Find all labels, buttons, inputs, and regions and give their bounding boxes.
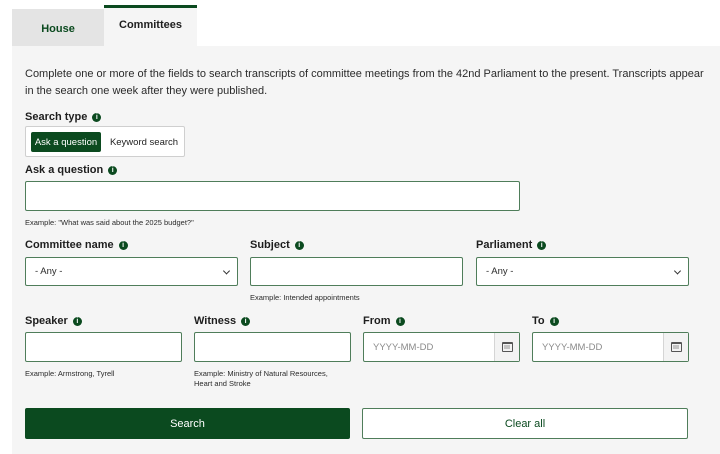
parliament-select[interactable]: - Any -	[476, 257, 689, 286]
subject-input[interactable]	[250, 257, 463, 286]
info-icon[interactable]: i	[241, 316, 251, 326]
from-calendar-button[interactable]	[494, 333, 519, 361]
witness-example-line-2: Heart and Stroke	[194, 379, 251, 388]
to-label-text: To	[532, 315, 545, 327]
speaker-label-text: Speaker	[25, 315, 68, 327]
parliament-label-text: Parliament	[476, 239, 533, 251]
info-icon[interactable]: i	[118, 240, 128, 250]
to-date-input[interactable]: YYYY-MM-DD	[532, 332, 689, 362]
committee-name-label: Committee name i	[25, 239, 128, 251]
witness-example: Example: Ministry of Natural Resources, …	[194, 369, 328, 389]
committee-name-select[interactable]: - Any -	[25, 257, 238, 286]
ask-question-example: Example: "What was said about the 2025 b…	[25, 218, 194, 227]
speaker-input[interactable]	[25, 332, 182, 362]
info-icon[interactable]: i	[92, 112, 102, 122]
info-icon[interactable]: i	[72, 316, 82, 326]
tab-house[interactable]: House	[12, 9, 104, 46]
calendar-icon	[501, 342, 513, 352]
to-date-placeholder: YYYY-MM-DD	[542, 341, 603, 353]
witness-input[interactable]	[194, 332, 351, 362]
ask-a-question-option[interactable]: Ask a question	[31, 132, 101, 152]
search-type-toggle: Ask a question Keyword search	[25, 126, 185, 157]
info-icon[interactable]: i	[537, 240, 547, 250]
info-icon[interactable]: i	[108, 165, 118, 175]
from-label: From i	[363, 315, 405, 327]
clear-all-button[interactable]: Clear all	[362, 408, 688, 439]
info-icon[interactable]: i	[395, 316, 405, 326]
parliament-label: Parliament i	[476, 239, 547, 251]
info-icon[interactable]: i	[549, 316, 559, 326]
parliament-selected: - Any -	[486, 266, 514, 277]
intro-text: Complete one or more of the fields to se…	[25, 68, 704, 97]
ask-question-label: Ask a question i	[25, 164, 118, 176]
committee-name-selected: - Any -	[35, 266, 63, 277]
from-date-input[interactable]: YYYY-MM-DD	[363, 332, 520, 362]
speaker-example: Example: Armstrong, Tyrell	[25, 369, 115, 378]
subject-example: Example: Intended appointments	[250, 293, 360, 302]
search-type-label-text: Search type	[25, 111, 88, 123]
chevron-down-icon	[673, 266, 682, 275]
subject-label-text: Subject	[250, 239, 290, 251]
to-calendar-button[interactable]	[663, 333, 688, 361]
speaker-label: Speaker i	[25, 315, 82, 327]
to-label: To i	[532, 315, 559, 327]
witness-label-text: Witness	[194, 315, 237, 327]
witness-label: Witness i	[194, 315, 251, 327]
calendar-icon	[670, 342, 682, 352]
ask-question-input[interactable]	[25, 181, 520, 211]
search-type-label: Search type i	[25, 111, 102, 123]
witness-example-line-1: Example: Ministry of Natural Resources,	[194, 369, 328, 378]
committee-name-label-text: Committee name	[25, 239, 114, 251]
subject-label: Subject i	[250, 239, 304, 251]
tab-committees[interactable]: Committees	[104, 5, 197, 46]
from-label-text: From	[363, 315, 391, 327]
keyword-search-option[interactable]: Keyword search	[107, 132, 181, 152]
tab-bar: House Committees	[0, 0, 720, 46]
chevron-down-icon	[222, 266, 231, 275]
info-icon[interactable]: i	[294, 240, 304, 250]
search-button[interactable]: Search	[25, 408, 350, 439]
from-date-placeholder: YYYY-MM-DD	[373, 341, 434, 353]
ask-question-label-text: Ask a question	[25, 164, 104, 176]
